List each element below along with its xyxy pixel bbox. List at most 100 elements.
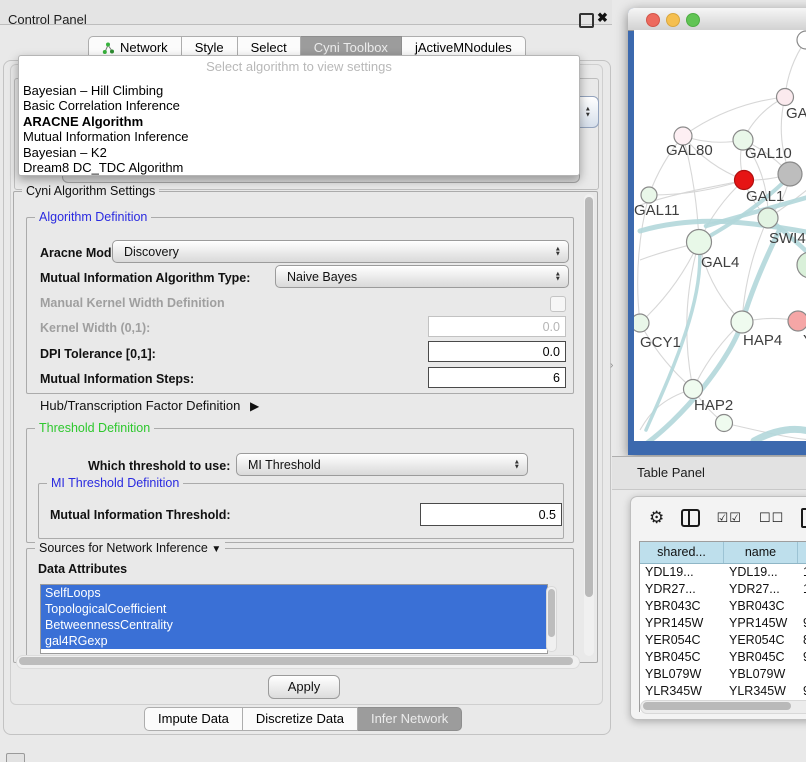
table-cell: YDR27...: [724, 581, 798, 598]
mi-threshold-field[interactable]: [420, 503, 562, 526]
network-node[interactable]: [735, 171, 754, 190]
control-panel-title: Control Panel: [8, 12, 87, 27]
table-cell: 13: [798, 564, 806, 581]
table-row[interactable]: YBR043CYBR043C: [640, 598, 806, 615]
dpi-tolerance-label: DPI Tolerance [0,1]:: [40, 347, 156, 361]
table-cell: YPR145W: [724, 615, 798, 632]
table-cell: YBR045C: [640, 649, 724, 666]
table-row[interactable]: YER054CYER054C8.: [640, 632, 806, 649]
which-threshold-label: Which threshold to use:: [88, 459, 230, 473]
settings-horizontal-scrollbar[interactable]: [16, 655, 580, 669]
apply-button[interactable]: Apply: [268, 675, 340, 699]
table-cell: YDR27...: [640, 581, 724, 598]
tab-infer-network[interactable]: Infer Network: [358, 707, 462, 731]
algorithm-option-aracne-algorithm[interactable]: ARACNE Algorithm: [19, 114, 579, 129]
gear-icon[interactable]: ⚙: [649, 508, 664, 528]
control-panel-titlebar: Control Panel ✖: [0, 0, 612, 25]
checked-boxes-icon[interactable]: ☑☑: [717, 510, 742, 526]
data-attributes-list: SelfLoopsTopologicalCoefficientBetweenne…: [40, 584, 548, 654]
algorithm-option-mutual-information-inference[interactable]: Mutual Information Inference: [19, 129, 579, 144]
float-panel-icon[interactable]: [579, 13, 594, 28]
table-cell: 9.: [798, 683, 806, 700]
expand-right-icon: ▶: [250, 399, 259, 413]
network-node[interactable]: [797, 252, 806, 278]
mac-minimize-button[interactable]: [666, 13, 680, 27]
tab-discretize-data[interactable]: Discretize Data: [243, 707, 358, 731]
network-node[interactable]: [758, 208, 778, 228]
table-panel-titlebar: Table Panel: [612, 456, 806, 490]
data-attribute-item[interactable]: SelfLoops: [41, 585, 547, 601]
mi-type-combobox[interactable]: Naive Bayes ▲▼: [275, 265, 569, 288]
mac-zoom-button[interactable]: [686, 13, 700, 27]
network-node[interactable]: [716, 415, 733, 432]
hub-definition-toggle[interactable]: Hub/Transcription Factor Definition ▶: [40, 398, 259, 413]
collapsed-panel-chip[interactable]: [6, 753, 25, 762]
app-root: Control Panel ✖ NetworkStyleSelectCyni T…: [0, 0, 806, 762]
table-cell: [798, 598, 806, 615]
manual-kernel-checkbox[interactable]: [550, 296, 566, 312]
column-header[interactable]: shared...: [640, 542, 724, 563]
mac-close-button[interactable]: [646, 13, 660, 27]
table-cell: YER054C: [640, 632, 724, 649]
node-label: HAP4: [743, 332, 782, 349]
network-node[interactable]: [634, 314, 649, 332]
network-view-window: GALGAL80GAL10GAL1GAL11SWI4GAL4HAP4YGCY1H…: [628, 8, 806, 455]
settings-vertical-scrollbar[interactable]: [584, 194, 594, 656]
table-row[interactable]: YLR345WYLR345W9.: [640, 683, 806, 700]
panel-divider-arrow-icon[interactable]: ›: [610, 360, 613, 371]
table-panel-title: Table Panel: [637, 465, 705, 480]
network-node[interactable]: [684, 380, 703, 399]
table-row[interactable]: YDR27...YDR27...12: [640, 581, 806, 598]
close-panel-icon[interactable]: ✖: [597, 10, 608, 26]
document-icon[interactable]: [801, 508, 806, 528]
data-attribute-item[interactable]: gal4RGexp: [41, 633, 547, 649]
which-threshold-combobox[interactable]: MI Threshold ▲▼: [236, 453, 528, 476]
node-label: GAL10: [745, 145, 792, 162]
table-cell: YDL19...: [640, 564, 724, 581]
algorithm-option-dream8-dc-tdc-algorithm[interactable]: Dream8 DC_TDC Algorithm: [19, 160, 579, 175]
table-row[interactable]: YBR045CYBR045C9.: [640, 649, 806, 666]
tab-impute-data[interactable]: Impute Data: [144, 707, 243, 731]
table-row[interactable]: YDL19...YDL19...13: [640, 564, 806, 581]
unchecked-boxes-icon[interactable]: ☐☐: [759, 510, 784, 526]
data-attributes-label: Data Attributes: [38, 562, 127, 576]
table-toolbar: ⚙ ☑☑ ☐☐: [631, 497, 806, 539]
aracne-mode-combobox[interactable]: Discovery ▲▼: [112, 240, 569, 263]
split-columns-icon[interactable]: [681, 509, 699, 527]
network-node[interactable]: [641, 187, 657, 203]
dpi-tolerance-field[interactable]: [428, 341, 566, 362]
sources-group-title[interactable]: Sources for Network Inference ▼: [35, 541, 225, 555]
data-attribute-item[interactable]: TopologicalCoefficient: [41, 601, 547, 617]
table-row[interactable]: YPR145WYPR145W9.: [640, 615, 806, 632]
tab-label: Infer Network: [371, 708, 448, 730]
network-node[interactable]: [797, 31, 806, 49]
table-cell: YBR043C: [724, 598, 798, 615]
list-scrollbar[interactable]: [546, 586, 557, 652]
kernel-width-field[interactable]: [428, 316, 566, 337]
algorithm-definition-title: Algorithm Definition: [35, 210, 151, 224]
network-node[interactable]: [731, 311, 753, 333]
table-cell: [798, 666, 806, 683]
column-header[interactable]: name: [724, 542, 798, 563]
table-horizontal-scrollbar[interactable]: [640, 700, 806, 714]
collapse-down-icon: ▼: [211, 544, 221, 555]
node-table[interactable]: shared...nameAYDL19...YDL19...13YDR27...…: [639, 541, 806, 712]
algorithm-option-bayesian-hill-climbing[interactable]: Bayesian – Hill Climbing: [19, 83, 579, 98]
network-node[interactable]: [778, 162, 802, 186]
data-attribute-item[interactable]: BetweennessCentrality: [41, 617, 547, 633]
column-header[interactable]: A: [798, 542, 806, 563]
mi-steps-field[interactable]: [428, 367, 566, 388]
algorithm-option-bayesian-k2[interactable]: Bayesian – K2: [19, 145, 579, 160]
table-row[interactable]: YBL079WYBL079W: [640, 666, 806, 683]
mi-type-label: Mutual Information Algorithm Type:: [40, 271, 250, 285]
table-cell: YBR045C: [724, 649, 798, 666]
algorithm-option-basic-correlation-inference[interactable]: Basic Correlation Inference: [19, 98, 579, 113]
network-node[interactable]: [777, 89, 794, 106]
network-node[interactable]: [687, 230, 712, 255]
network-canvas[interactable]: GALGAL80GAL10GAL1GAL11SWI4GAL4HAP4YGCY1H…: [634, 30, 806, 441]
which-threshold-value: MI Threshold: [248, 458, 321, 472]
network-node[interactable]: [788, 311, 806, 331]
network-window-titlebar[interactable]: [628, 8, 806, 31]
aracne-mode-label: Aracne Mode:: [40, 246, 123, 260]
node-label: GAL1: [746, 188, 784, 205]
